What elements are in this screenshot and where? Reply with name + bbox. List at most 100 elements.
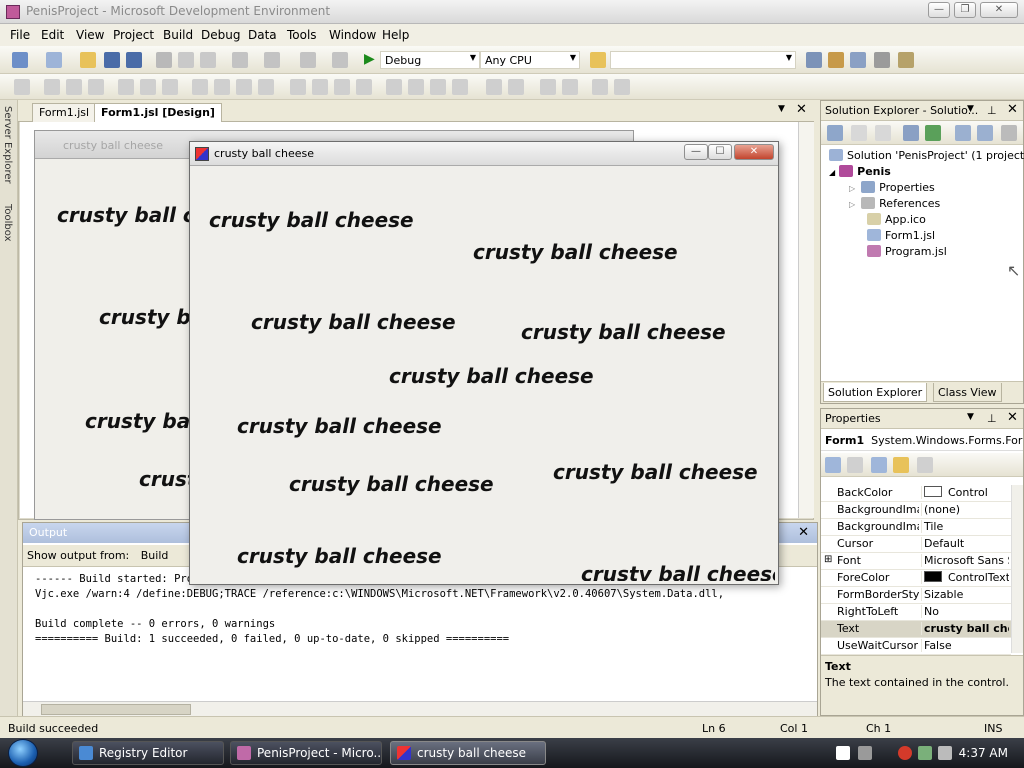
- menu-help[interactable]: Help: [382, 28, 409, 42]
- network-tray-icon[interactable]: [858, 746, 872, 760]
- tab-form1-code[interactable]: Form1.jsl: [32, 103, 97, 122]
- close-button[interactable]: ✕: [980, 2, 1018, 18]
- output-horizontal-scrollbar[interactable]: [23, 701, 817, 717]
- bring-to-front-icon[interactable]: [540, 79, 556, 95]
- properties-scrollbar[interactable]: [1011, 485, 1023, 653]
- horizontal-spacing-icon[interactable]: [290, 79, 306, 95]
- navigate-backward-icon[interactable]: [300, 52, 316, 68]
- menu-file[interactable]: File: [10, 28, 30, 42]
- increase-spacing-icon[interactable]: [312, 79, 328, 95]
- copy-icon[interactable]: [178, 52, 194, 68]
- nested-files-icon[interactable]: [977, 125, 993, 141]
- refresh-icon[interactable]: [925, 125, 941, 141]
- pane-menu-icon[interactable]: ▼: [967, 104, 974, 114]
- property-row[interactable]: Cursor Default: [821, 536, 1011, 553]
- tree-item[interactable]: Form1.jsl: [867, 229, 935, 242]
- form-maximize-button[interactable]: ☐: [708, 144, 732, 160]
- property-value[interactable]: Tile: [921, 520, 1009, 533]
- close-pane-icon[interactable]: ✕: [1007, 410, 1018, 425]
- decrease-vspacing-icon[interactable]: [430, 79, 446, 95]
- tray-icon[interactable]: [918, 746, 932, 760]
- alphabetical-icon[interactable]: [847, 457, 863, 473]
- categorized-icon[interactable]: [825, 457, 841, 473]
- make-same-size-icon[interactable]: [236, 79, 252, 95]
- property-value[interactable]: ControlText: [921, 571, 1009, 584]
- size-to-grid-icon[interactable]: [258, 79, 274, 95]
- increase-vspacing-icon[interactable]: [408, 79, 424, 95]
- solution-explorer-icon[interactable]: [806, 52, 822, 68]
- tree-project[interactable]: ◢ Penis: [829, 165, 891, 178]
- property-value[interactable]: (none): [921, 503, 1009, 516]
- center-horizontally-icon[interactable]: [486, 79, 502, 95]
- property-row[interactable]: ⊞ Font Microsoft Sans Se: [821, 553, 1011, 570]
- tree-item[interactable]: ▷ References: [849, 197, 940, 210]
- remove-vspacing-icon[interactable]: [452, 79, 468, 95]
- property-row[interactable]: UseWaitCursor False: [821, 638, 1011, 655]
- save-all-icon[interactable]: [126, 52, 142, 68]
- close-pane-icon[interactable]: ✕: [1007, 102, 1018, 117]
- tree-item[interactable]: App.ico: [867, 213, 926, 226]
- property-value[interactable]: Default: [921, 537, 1009, 550]
- make-same-width-icon[interactable]: [192, 79, 208, 95]
- form-minimize-button[interactable]: —: [684, 144, 708, 160]
- expand-icon[interactable]: ⊞: [824, 554, 832, 565]
- tree-item[interactable]: ▷ Properties: [849, 181, 935, 194]
- property-value[interactable]: crusty ball chee: [921, 622, 1009, 635]
- menu-build[interactable]: Build: [163, 28, 193, 42]
- property-pages-icon[interactable]: [917, 457, 933, 473]
- send-to-back-icon[interactable]: [562, 79, 578, 95]
- toolbox-tab[interactable]: Toolbox: [2, 204, 13, 242]
- align-rights-icon[interactable]: [88, 79, 104, 95]
- find-in-files-icon[interactable]: [590, 52, 606, 68]
- align-tops-icon[interactable]: [118, 79, 134, 95]
- decrease-spacing-icon[interactable]: [334, 79, 350, 95]
- pane-menu-icon[interactable]: ▼: [967, 412, 974, 422]
- view-code-icon[interactable]: [875, 125, 891, 141]
- start-debug-icon[interactable]: ▶: [364, 51, 375, 67]
- object-browser-icon[interactable]: [850, 52, 866, 68]
- running-form-caption[interactable]: crusty ball cheese — ☐ ✕: [190, 142, 778, 166]
- other-windows-icon[interactable]: [898, 52, 914, 68]
- solution-config-dropdown[interactable]: Debug ▼: [380, 51, 480, 69]
- document-vertical-scrollbar[interactable]: [798, 122, 814, 518]
- align-to-grid-icon[interactable]: [14, 79, 30, 95]
- restore-button[interactable]: ❐: [954, 2, 976, 18]
- property-row[interactable]: FormBorderStyleSizable: [821, 587, 1011, 604]
- designer-label[interactable]: crust: [139, 467, 196, 491]
- collapse-icon[interactable]: ◢: [829, 168, 835, 177]
- minimize-button[interactable]: —: [928, 2, 950, 18]
- tab-class-view[interactable]: Class View: [933, 383, 1002, 402]
- menu-view[interactable]: View: [76, 28, 104, 42]
- tab-form1-design[interactable]: Form1.jsl [Design]: [94, 103, 222, 122]
- scrollbar-thumb[interactable]: [41, 704, 191, 715]
- open-file-icon[interactable]: [80, 52, 96, 68]
- make-same-height-icon[interactable]: [214, 79, 230, 95]
- add-item-icon[interactable]: [46, 52, 62, 68]
- solution-explorer-header[interactable]: Solution Explorer - Solutio... ▼ ⊥ ✕: [821, 101, 1023, 121]
- find-dropdown[interactable]: ▼: [610, 51, 796, 69]
- close-document-icon[interactable]: ✕: [796, 102, 807, 117]
- properties-view-icon[interactable]: [871, 457, 887, 473]
- menu-data[interactable]: Data: [248, 28, 277, 42]
- property-row[interactable]: RightToLeft No: [821, 604, 1011, 621]
- window-titlebar[interactable]: PenisProject - Microsoft Development Env…: [0, 0, 1024, 24]
- platform-dropdown[interactable]: Any CPU ▼: [480, 51, 580, 69]
- tab-solution-explorer[interactable]: Solution Explorer: [823, 383, 928, 402]
- tab-list-icon[interactable]: ▼: [778, 104, 785, 114]
- save-icon[interactable]: [104, 52, 120, 68]
- property-value[interactable]: Sizable: [921, 588, 1009, 601]
- remove-spacing-icon[interactable]: [356, 79, 372, 95]
- align-centers-icon[interactable]: [66, 79, 82, 95]
- property-row[interactable]: BackColor Control: [821, 485, 1011, 502]
- running-form-window[interactable]: crusty ball cheese — ☐ ✕ crusty ball che…: [189, 141, 779, 585]
- expand-icon[interactable]: ▷: [849, 184, 855, 193]
- menu-project[interactable]: Project: [113, 28, 154, 42]
- property-value[interactable]: Microsoft Sans Se: [921, 554, 1009, 567]
- property-value[interactable]: No: [921, 605, 1009, 618]
- events-icon[interactable]: [893, 457, 909, 473]
- form-close-button[interactable]: ✕: [734, 144, 774, 160]
- menu-tools[interactable]: Tools: [287, 28, 317, 42]
- property-value[interactable]: False: [921, 639, 1009, 652]
- cut-icon[interactable]: [156, 52, 172, 68]
- property-row[interactable]: Text crusty ball chee: [821, 621, 1011, 638]
